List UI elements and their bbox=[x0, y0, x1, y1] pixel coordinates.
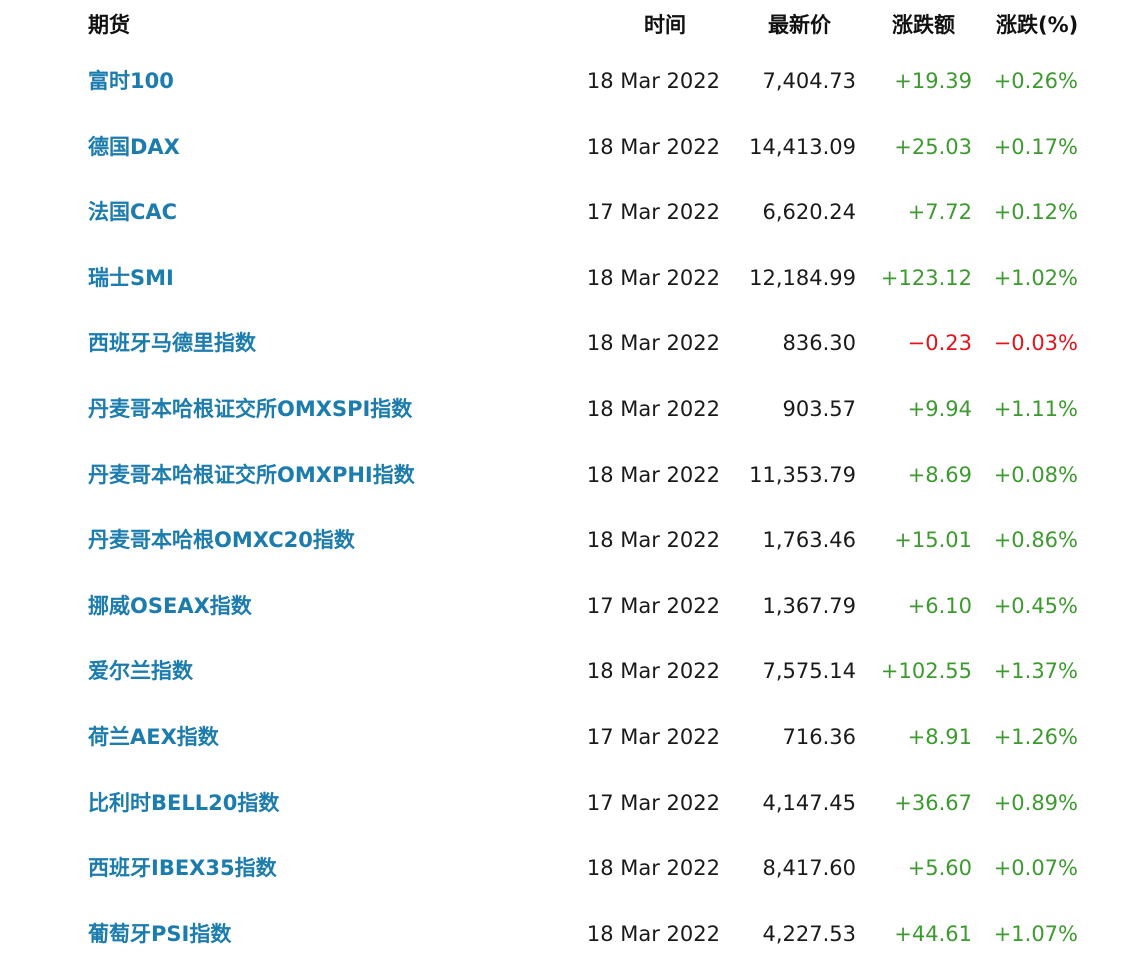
futures-name-link[interactable]: 挪威OSEAX指数 bbox=[88, 573, 252, 639]
change-percent-cell: +1.02% bbox=[993, 265, 1078, 290]
column-header-change[interactable]: 涨跌额 bbox=[892, 9, 955, 39]
change-cell: +123.12 bbox=[880, 265, 972, 290]
time-cell: 18 Mar 2022 bbox=[586, 134, 720, 159]
time-cell: 17 Mar 2022 bbox=[586, 200, 720, 225]
table-row: 丹麦哥本哈根OMXC20指数 18 Mar 2022 1,763.46 +15.01 +… bbox=[0, 507, 1136, 573]
table-row: 德国DAX 18 Mar 2022 14,413.09 +25.03 +0.17% bbox=[0, 114, 1136, 180]
futures-name-link[interactable]: 爱尔兰指数 bbox=[88, 638, 193, 704]
time-cell: 18 Mar 2022 bbox=[586, 265, 720, 290]
change-percent-cell: +0.45% bbox=[993, 593, 1078, 618]
time-cell: 18 Mar 2022 bbox=[586, 462, 720, 487]
change-cell: +19.39 bbox=[894, 69, 972, 93]
futures-name-link[interactable]: 西班牙马德里指数 bbox=[88, 310, 256, 376]
change-cell: +25.03 bbox=[894, 134, 972, 159]
futures-name-link[interactable]: 丹麦哥本哈根OMXC20指数 bbox=[88, 507, 355, 573]
futures-name-link[interactable]: 富时100 bbox=[88, 48, 174, 114]
price-cell: 4,147.45 bbox=[762, 790, 856, 815]
table-row: 瑞士SMI 18 Mar 2022 12,184.99 +123.12 +1.02% bbox=[0, 245, 1136, 311]
change-percent-cell: +1.37% bbox=[993, 659, 1078, 684]
table-row: 挪威OSEAX指数 17 Mar 2022 1,367.79 +6.10 +0.45% bbox=[0, 573, 1136, 639]
column-header-change-percent[interactable]: 涨跌(%) bbox=[996, 9, 1078, 39]
table-row: 富时100 18 Mar 2022 7,404.73 +19.39 +0.26% bbox=[0, 48, 1136, 114]
time-cell: 18 Mar 2022 bbox=[586, 397, 720, 421]
price-cell: 12,184.99 bbox=[749, 265, 856, 290]
change-cell: +8.69 bbox=[907, 462, 972, 487]
change-cell: +44.61 bbox=[894, 921, 972, 946]
time-cell: 18 Mar 2022 bbox=[586, 331, 720, 356]
futures-name-link[interactable]: 丹麦哥本哈根证交所OMXPHI指数 bbox=[88, 442, 415, 508]
change-percent-cell: +1.11% bbox=[993, 397, 1078, 421]
change-percent-cell: +1.07% bbox=[993, 921, 1078, 946]
price-cell: 1,367.79 bbox=[762, 593, 856, 618]
change-percent-cell: −0.03% bbox=[993, 331, 1078, 356]
time-cell: 18 Mar 2022 bbox=[586, 921, 720, 946]
table-row: 爱尔兰指数 18 Mar 2022 7,575.14 +102.55 +1.37% bbox=[0, 638, 1136, 704]
price-cell: 7,575.14 bbox=[762, 659, 856, 684]
column-header-name[interactable]: 期货 bbox=[88, 9, 130, 39]
price-cell: 6,620.24 bbox=[762, 200, 856, 225]
table-row: 西班牙马德里指数 18 Mar 2022 836.30 −0.23 −0.03% bbox=[0, 310, 1136, 376]
futures-name-link[interactable]: 丹麦哥本哈根证交所OMXSPI指数 bbox=[88, 376, 412, 442]
price-cell: 8,417.60 bbox=[762, 856, 856, 881]
futures-name-link[interactable]: 荷兰AEX指数 bbox=[88, 704, 219, 770]
time-cell: 17 Mar 2022 bbox=[586, 593, 720, 618]
change-percent-cell: +1.26% bbox=[993, 725, 1078, 749]
change-percent-cell: +0.86% bbox=[993, 528, 1078, 553]
price-cell: 11,353.79 bbox=[749, 462, 856, 487]
change-cell: +7.72 bbox=[907, 200, 972, 225]
change-percent-cell: +0.89% bbox=[993, 790, 1078, 815]
change-cell: +36.67 bbox=[894, 790, 972, 815]
column-header-price[interactable]: 最新价 bbox=[768, 9, 831, 39]
table-header: 期货 时间 最新价 涨跌额 涨跌(%) bbox=[0, 0, 1136, 50]
price-cell: 14,413.09 bbox=[749, 134, 856, 159]
table-row: 西班牙IBEX35指数 18 Mar 2022 8,417.60 +5.60 +0.07… bbox=[0, 835, 1136, 901]
price-cell: 1,763.46 bbox=[762, 528, 856, 553]
change-percent-cell: +0.12% bbox=[993, 200, 1078, 225]
price-cell: 903.57 bbox=[782, 397, 856, 421]
time-cell: 17 Mar 2022 bbox=[586, 790, 720, 815]
price-cell: 836.30 bbox=[782, 331, 856, 356]
change-percent-cell: +0.26% bbox=[993, 69, 1078, 93]
change-percent-cell: +0.08% bbox=[993, 462, 1078, 487]
change-cell: +6.10 bbox=[907, 593, 972, 618]
futures-name-link[interactable]: 德国DAX bbox=[88, 114, 180, 180]
time-cell: 17 Mar 2022 bbox=[586, 725, 720, 749]
table-row: 比利时BELL20指数 17 Mar 2022 4,147.45 +36.67 +0.8… bbox=[0, 770, 1136, 836]
futures-name-link[interactable]: 比利时BELL20指数 bbox=[88, 770, 279, 836]
time-cell: 18 Mar 2022 bbox=[586, 659, 720, 684]
change-cell: +15.01 bbox=[894, 528, 972, 553]
table-row: 荷兰AEX指数 17 Mar 2022 716.36 +8.91 +1.26% bbox=[0, 704, 1136, 770]
time-cell: 18 Mar 2022 bbox=[586, 856, 720, 881]
futures-name-link[interactable]: 葡萄牙PSI指数 bbox=[88, 901, 231, 967]
price-cell: 7,404.73 bbox=[762, 69, 856, 93]
change-cell: +9.94 bbox=[907, 397, 972, 421]
column-header-time[interactable]: 时间 bbox=[644, 9, 686, 39]
time-cell: 18 Mar 2022 bbox=[586, 528, 720, 553]
change-cell: −0.23 bbox=[907, 331, 972, 356]
price-cell: 716.36 bbox=[782, 725, 856, 749]
change-percent-cell: +0.07% bbox=[993, 856, 1078, 881]
change-cell: +5.60 bbox=[907, 856, 972, 881]
change-cell: +102.55 bbox=[880, 659, 972, 684]
table-row: 葡萄牙PSI指数 18 Mar 2022 4,227.53 +44.61 +1.07% bbox=[0, 901, 1136, 967]
price-cell: 4,227.53 bbox=[762, 921, 856, 946]
change-percent-cell: +0.17% bbox=[993, 134, 1078, 159]
time-cell: 18 Mar 2022 bbox=[586, 69, 720, 93]
table-row: 丹麦哥本哈根证交所OMXPHI指数 18 Mar 2022 11,353.79 +8.… bbox=[0, 442, 1136, 508]
futures-name-link[interactable]: 西班牙IBEX35指数 bbox=[88, 835, 277, 901]
table-row: 法国CAC 17 Mar 2022 6,620.24 +7.72 +0.12% bbox=[0, 179, 1136, 245]
futures-name-link[interactable]: 瑞士SMI bbox=[88, 245, 174, 311]
futures-name-link[interactable]: 法国CAC bbox=[88, 179, 177, 245]
table-row: 丹麦哥本哈根证交所OMXSPI指数 18 Mar 2022 903.57 +9.94 +… bbox=[0, 376, 1136, 442]
change-cell: +8.91 bbox=[907, 725, 972, 749]
